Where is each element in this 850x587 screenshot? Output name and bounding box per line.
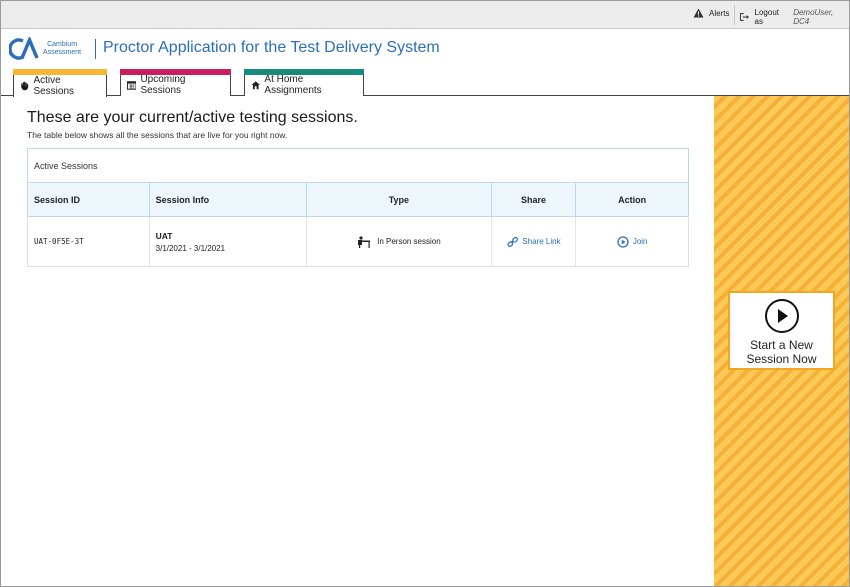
- tab-label: Upcoming Sessions: [140, 74, 186, 96]
- col-header-session-id: Session ID: [28, 183, 150, 216]
- session-type-cell: In Person session: [307, 217, 492, 266]
- share-cell: Share Link: [492, 217, 577, 266]
- topbar-divider: [734, 5, 735, 25]
- session-dates: 3/1/2021 - 3/1/2021: [155, 243, 226, 253]
- app-title: Proctor Application for the Test Deliver…: [103, 39, 440, 56]
- join-session-button[interactable]: Join: [617, 235, 648, 248]
- table-header-row: Session ID Session Info Type Share Actio…: [27, 183, 689, 217]
- page-subtitle: The table below shows all the sessions t…: [27, 130, 288, 140]
- ca-logo-mark-icon: [9, 37, 39, 60]
- logout-icon: [739, 13, 750, 21]
- play-circle-icon: [617, 235, 629, 248]
- share-link-label: Share Link: [522, 237, 561, 246]
- main-content: These are your current/active testing se…: [1, 96, 714, 586]
- session-type-label: In Person session: [377, 237, 441, 246]
- table-row: UAT-0F5E-3T UAT 3/1/2021 - 3/1/2021 In P…: [27, 217, 689, 267]
- logout-link[interactable]: Logout as DemoUser, DC4: [739, 8, 849, 26]
- session-id-cell: UAT-0F5E-3T: [28, 217, 150, 266]
- app-header: Cambium Assessment Proctor Application f…: [1, 29, 849, 69]
- logged-in-user: DemoUser, DC4: [793, 8, 834, 26]
- tab-label: Active Sessions: [33, 74, 75, 97]
- col-header-action: Action: [618, 194, 647, 205]
- col-header-session-info: Session Info: [150, 183, 308, 216]
- warning-icon: [693, 8, 704, 18]
- tab-color-bar: [13, 69, 107, 75]
- app-window: Alerts Logout as DemoUser, DC4 Cambium A…: [0, 0, 850, 587]
- logo-line-2: Assessment: [43, 49, 82, 56]
- desk-icon: [358, 235, 371, 248]
- alerts-label: Alerts: [709, 8, 730, 18]
- action-cell: Join: [576, 217, 688, 266]
- hand-icon: [21, 81, 29, 90]
- tab-color-bar: [244, 69, 364, 75]
- link-icon: [507, 236, 519, 247]
- tab-active-sessions[interactable]: Active Sessions: [13, 69, 107, 97]
- active-sessions-table: Active Sessions Session ID Session Info …: [27, 148, 689, 267]
- play-icon: [764, 299, 799, 333]
- new-session-sidebar: Start a New Session Now: [714, 96, 849, 586]
- join-label: Join: [632, 237, 648, 246]
- alerts-link[interactable]: Alerts: [693, 8, 729, 18]
- logo-line-1: Cambium: [47, 41, 78, 48]
- tab-at-home-assignments[interactable]: At Home Assignments: [244, 69, 364, 96]
- tab-label: At Home Assignments: [264, 74, 322, 96]
- cambium-logo: Cambium Assessment: [9, 37, 81, 61]
- logout-label: Logout as: [754, 8, 779, 26]
- start-new-session-label: Start a New Session Now: [746, 338, 817, 366]
- session-name: UAT: [155, 230, 173, 241]
- col-header-share: Share: [492, 183, 577, 216]
- tab-color-bar: [120, 69, 231, 75]
- top-utility-bar: Alerts Logout as DemoUser, DC4: [1, 1, 849, 29]
- page-title: These are your current/active testing se…: [27, 109, 358, 126]
- home-icon: [251, 81, 260, 90]
- tab-upcoming-sessions[interactable]: Upcoming Sessions: [120, 69, 231, 96]
- calendar-icon: [127, 81, 137, 90]
- table-caption: Active Sessions: [27, 148, 689, 183]
- share-link-button[interactable]: Share Link: [506, 236, 561, 248]
- logo-wordmark: Cambium Assessment: [43, 41, 81, 57]
- session-info-cell: UAT 3/1/2021 - 3/1/2021: [150, 217, 308, 266]
- start-new-session-button[interactable]: Start a New Session Now: [728, 291, 835, 370]
- header-divider: [95, 39, 96, 59]
- col-header-type: Type: [307, 183, 492, 216]
- session-tabs: Active Sessions Upcoming Sessions At Hom…: [1, 69, 849, 97]
